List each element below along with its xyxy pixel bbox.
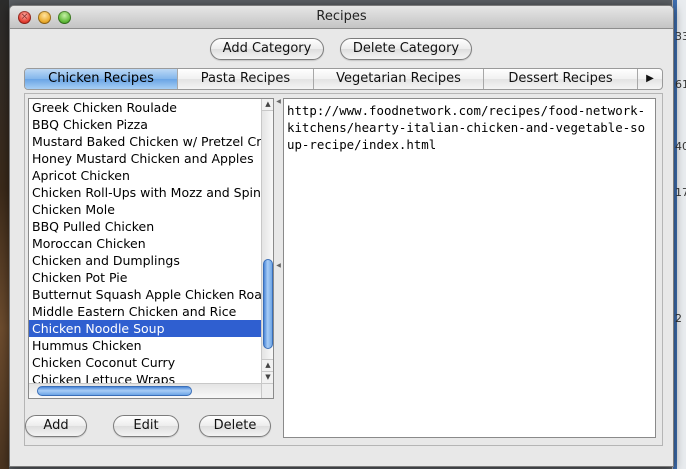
list-item[interactable]: Honey Mustard Chicken and Apples <box>29 150 261 167</box>
scroll-up-icon[interactable]: ▲ <box>262 359 273 371</box>
add-recipe-button[interactable]: Add <box>25 415 87 437</box>
delete-category-button[interactable]: Delete Category <box>340 38 472 60</box>
list-item[interactable]: Chicken Noodle Soup <box>29 320 261 337</box>
recipe-list-container: Greek Chicken Roulade BBQ Chicken Pizza Mu… <box>28 98 274 399</box>
list-item[interactable]: Apricot Chicken <box>29 167 261 184</box>
window-title: Recipes <box>316 9 367 24</box>
tab-scroll-right-button[interactable]: ▶ <box>638 69 662 89</box>
background-number: 40 <box>675 140 686 153</box>
edit-recipe-button[interactable]: Edit <box>113 415 179 437</box>
list-item[interactable]: Chicken Pot Pie <box>29 269 261 286</box>
split-left-arrow-icon[interactable]: ◀ <box>275 98 282 105</box>
tab-content-panel: Greek Chicken Roulade BBQ Chicken Pizza Mu… <box>24 93 663 446</box>
tab-dessert-recipes[interactable]: Dessert Recipes <box>484 69 638 89</box>
list-item[interactable]: BBQ Chicken Pizza <box>29 116 261 133</box>
category-tabs: Chicken Recipes Pasta Recipes Vegetarian… <box>24 68 663 90</box>
split-left-arrow-icon[interactable]: ◀ <box>275 262 282 269</box>
vertical-scroll-thumb[interactable] <box>263 259 273 349</box>
list-item[interactable]: Chicken Coconut Curry <box>29 354 261 371</box>
scroll-up-icon[interactable]: ▲ <box>262 99 273 111</box>
list-item[interactable]: BBQ Pulled Chicken <box>29 218 261 235</box>
close-icon: × <box>20 12 29 22</box>
recipe-url-text[interactable]: http://www.foodnetwork.com/recipes/food-… <box>283 98 656 438</box>
horizontal-scroll-thumb[interactable] <box>37 386 192 396</box>
list-item[interactable]: Chicken Lettuce Wraps <box>29 371 261 383</box>
list-item[interactable]: Chicken and Dumplings <box>29 252 261 269</box>
list-item[interactable]: Chicken Mole <box>29 201 261 218</box>
recipes-window: Recipes × Add Category Delete Category C… <box>9 5 674 467</box>
minimize-window-button[interactable] <box>38 11 51 24</box>
background-number: 17 <box>675 186 686 199</box>
minimize-icon <box>38 11 51 24</box>
close-window-button[interactable]: × <box>18 11 31 24</box>
add-category-button[interactable]: Add Category <box>210 38 324 60</box>
desktop-background <box>0 0 9 469</box>
background-number: 33 <box>675 30 686 43</box>
title-bar[interactable]: Recipes × <box>10 6 673 29</box>
list-item[interactable]: Hummus Chicken <box>29 337 261 354</box>
right-triangle-icon: ▶ <box>646 73 654 84</box>
list-item[interactable]: Greek Chicken Roulade <box>29 99 261 116</box>
delete-recipe-button[interactable]: Delete <box>199 415 271 437</box>
split-pane-divider[interactable]: ◀ ◀ <box>275 98 282 438</box>
background-number: 2 <box>675 312 682 325</box>
horizontal-scrollbar[interactable] <box>29 383 261 398</box>
tab-pasta-recipes[interactable]: Pasta Recipes <box>178 69 314 89</box>
scroll-down-icon[interactable]: ▼ <box>262 371 273 383</box>
background-window: 33 61 40 17 2 <box>672 0 686 469</box>
zoom-window-button[interactable] <box>58 11 71 24</box>
tab-vegetarian-recipes[interactable]: Vegetarian Recipes <box>314 69 484 89</box>
background-number: 61 <box>675 78 686 91</box>
scrollbar-corner <box>261 383 273 398</box>
tab-chicken-recipes[interactable]: Chicken Recipes <box>25 69 178 89</box>
list-item[interactable]: Middle Eastern Chicken and Rice <box>29 303 261 320</box>
list-item[interactable]: Moroccan Chicken <box>29 235 261 252</box>
recipe-list[interactable]: Greek Chicken Roulade BBQ Chicken Pizza Mu… <box>29 99 261 383</box>
list-item[interactable]: Butternut Squash Apple Chicken Roast <box>29 286 261 303</box>
vertical-scrollbar[interactable]: ▲ ▲ ▼ <box>261 99 273 383</box>
zoom-icon <box>58 11 71 24</box>
list-item[interactable]: Mustard Baked Chicken w/ Pretzel Crust <box>29 133 261 150</box>
list-item[interactable]: Chicken Roll-Ups with Mozz and Spinach <box>29 184 261 201</box>
